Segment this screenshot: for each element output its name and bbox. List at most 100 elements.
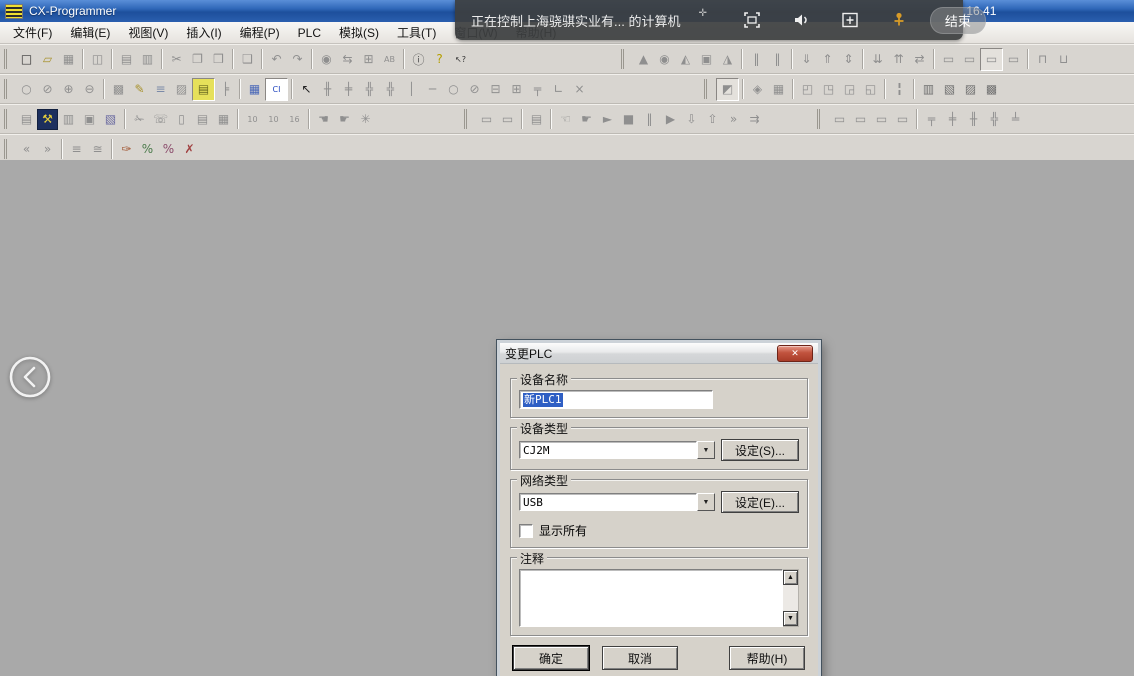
menu-tools[interactable]: 工具(T): [388, 22, 445, 43]
toolbar-grip[interactable]: [817, 109, 825, 129]
chevron-down-icon[interactable]: ▼: [697, 441, 715, 459]
online-edit-button[interactable]: ◮: [717, 49, 738, 70]
show-rung-annotations-button[interactable]: ≡: [150, 79, 171, 100]
rung-down-button[interactable]: ╪: [942, 109, 963, 130]
comms-settings-button[interactable]: ☏: [150, 109, 171, 130]
pause-at-breakpoint-button[interactable]: ☛: [576, 109, 597, 130]
scroll-down-icon[interactable]: ▼: [783, 611, 798, 626]
stop-simulation-button[interactable]: ■: [618, 109, 639, 130]
diff-mark-button[interactable]: ✑: [116, 139, 137, 160]
show-rungs-button[interactable]: ▤: [192, 78, 215, 101]
end-session-button[interactable]: 结束: [930, 7, 986, 34]
address-reference-tool-button[interactable]: ╏: [889, 79, 910, 100]
vertical-line-button[interactable]: │: [401, 79, 422, 100]
toggle-project-workspace-button[interactable]: ◩: [716, 78, 739, 101]
help-button[interactable]: 帮助(H): [729, 646, 805, 670]
new-coil-button[interactable]: ○: [443, 79, 464, 100]
open-project-button[interactable]: ▱: [37, 49, 58, 70]
find-replace-button[interactable]: ⇆: [337, 49, 358, 70]
step-in-button[interactable]: ⇩: [681, 109, 702, 130]
show-symbol-bar-button[interactable]: ╞: [215, 79, 236, 100]
network-type-settings-button[interactable]: 设定(E)...: [721, 491, 799, 513]
time-chart-monitor-button[interactable]: ⊔: [1053, 49, 1074, 70]
insert-row-below-button[interactable]: ◲: [839, 79, 860, 100]
new-closed-contact-or-button[interactable]: ╬: [380, 79, 401, 100]
menu-plc[interactable]: PLC: [289, 24, 330, 42]
new-contact-or-button[interactable]: ╬: [359, 79, 380, 100]
diff-percent-review-button[interactable]: %: [158, 139, 179, 160]
toolbar-grip[interactable]: [4, 109, 12, 129]
show-grid-button[interactable]: ▩: [108, 79, 129, 100]
monitor-hex-button[interactable]: 16: [284, 109, 305, 130]
plc-error-log-button[interactable]: ▭: [871, 109, 892, 130]
address-table-button[interactable]: ▦: [213, 109, 234, 130]
line-delete-button[interactable]: ×: [569, 79, 590, 100]
print-preview-button[interactable]: ▥: [137, 49, 158, 70]
debug-mode-button[interactable]: ▣: [696, 49, 717, 70]
fullscreen-icon[interactable]: [741, 9, 763, 31]
transfer-from-plc-button[interactable]: ⇑: [817, 49, 838, 70]
partial-transfer-to-button[interactable]: ⇊: [867, 49, 888, 70]
toggle-project-window-button[interactable]: ▤: [16, 109, 37, 130]
view-mnemonics-button[interactable]: ▦: [244, 79, 265, 100]
redo-button[interactable]: ↷: [287, 49, 308, 70]
drag-handle-icon[interactable]: ✛: [698, 8, 706, 19]
compare-with-plc-button[interactable]: ⇕: [838, 49, 859, 70]
device-type-settings-button[interactable]: 设定(S)...: [721, 439, 799, 461]
window-2-button[interactable]: ▧: [939, 79, 960, 100]
line-connect-button[interactable]: ∟: [548, 79, 569, 100]
insert-row-above-button[interactable]: ◰: [797, 79, 818, 100]
ladder-editor-button[interactable]: ⚒: [37, 109, 58, 130]
run-simulation-button[interactable]: ►: [597, 109, 618, 130]
plc-clock-button[interactable]: ▭: [829, 109, 850, 130]
speaker-icon[interactable]: [790, 9, 812, 31]
differential-monitor-button[interactable]: ⊓: [1032, 49, 1053, 70]
about-button[interactable]: ⓘ: [408, 49, 429, 70]
cut-button[interactable]: ✂: [166, 49, 187, 70]
scroll-up-icon[interactable]: ▲: [783, 570, 798, 585]
monitor-mode-button[interactable]: ◉: [654, 49, 675, 70]
step-out-button[interactable]: ⇧: [702, 109, 723, 130]
window-4-button[interactable]: ▩: [981, 79, 1002, 100]
toolbar-grip[interactable]: [464, 109, 472, 129]
monitor-window-2-button[interactable]: ▭: [959, 49, 980, 70]
pause-button[interactable]: ‖: [767, 49, 788, 70]
rung-insert-button[interactable]: ╫: [963, 109, 984, 130]
view-ladder-button[interactable]: CI: [265, 78, 288, 101]
cancel-button[interactable]: 取消: [602, 646, 678, 670]
menu-file[interactable]: 文件(F): [4, 22, 61, 43]
toolbar-grip[interactable]: [621, 49, 629, 69]
continuous-step-run-button[interactable]: »: [723, 109, 744, 130]
diff-reject-button[interactable]: ✗: [179, 139, 200, 160]
zoom-in-button[interactable]: ⊕: [58, 79, 79, 100]
split-window-icon[interactable]: [839, 9, 861, 31]
io-table-button[interactable]: ▦: [768, 79, 789, 100]
insert-column-button[interactable]: ◱: [860, 79, 881, 100]
menu-insert[interactable]: 插入(I): [177, 22, 230, 43]
save-project-button[interactable]: ▦: [58, 49, 79, 70]
menu-edit[interactable]: 编辑(E): [61, 22, 119, 43]
rung-wrap-button[interactable]: ▤: [192, 109, 213, 130]
new-fb-parameter-button[interactable]: ╤: [527, 79, 548, 100]
find-button[interactable]: ◉: [316, 49, 337, 70]
replace-all-button[interactable]: AB: [379, 49, 400, 70]
indent-right-button[interactable]: »: [37, 139, 58, 160]
monitor-signed-decimal-button[interactable]: 10: [263, 109, 284, 130]
force-on-button[interactable]: ☚: [313, 109, 334, 130]
menu-view[interactable]: 视图(V): [119, 22, 177, 43]
plc-memory-button[interactable]: ▭: [850, 109, 871, 130]
rung-split-button[interactable]: ╬: [984, 109, 1005, 130]
watch-window-1-button[interactable]: ▭: [476, 109, 497, 130]
comment-textarea[interactable]: [519, 569, 783, 627]
symbols-table-button[interactable]: ◈: [747, 79, 768, 100]
undo-button[interactable]: ↶: [266, 49, 287, 70]
properties-button[interactable]: ▧: [100, 109, 121, 130]
online-find-button[interactable]: ◭: [675, 49, 696, 70]
comment-scrollbar[interactable]: ▲ ▼: [783, 569, 799, 627]
select-mode-button[interactable]: ↖: [296, 79, 317, 100]
copy-button[interactable]: ❐: [187, 49, 208, 70]
toolbar-grip[interactable]: [4, 79, 12, 99]
ok-button[interactable]: 确定: [513, 646, 589, 670]
partial-transfer-from-button[interactable]: ⇈: [888, 49, 909, 70]
device-name-input[interactable]: 新PLC1: [519, 390, 713, 409]
